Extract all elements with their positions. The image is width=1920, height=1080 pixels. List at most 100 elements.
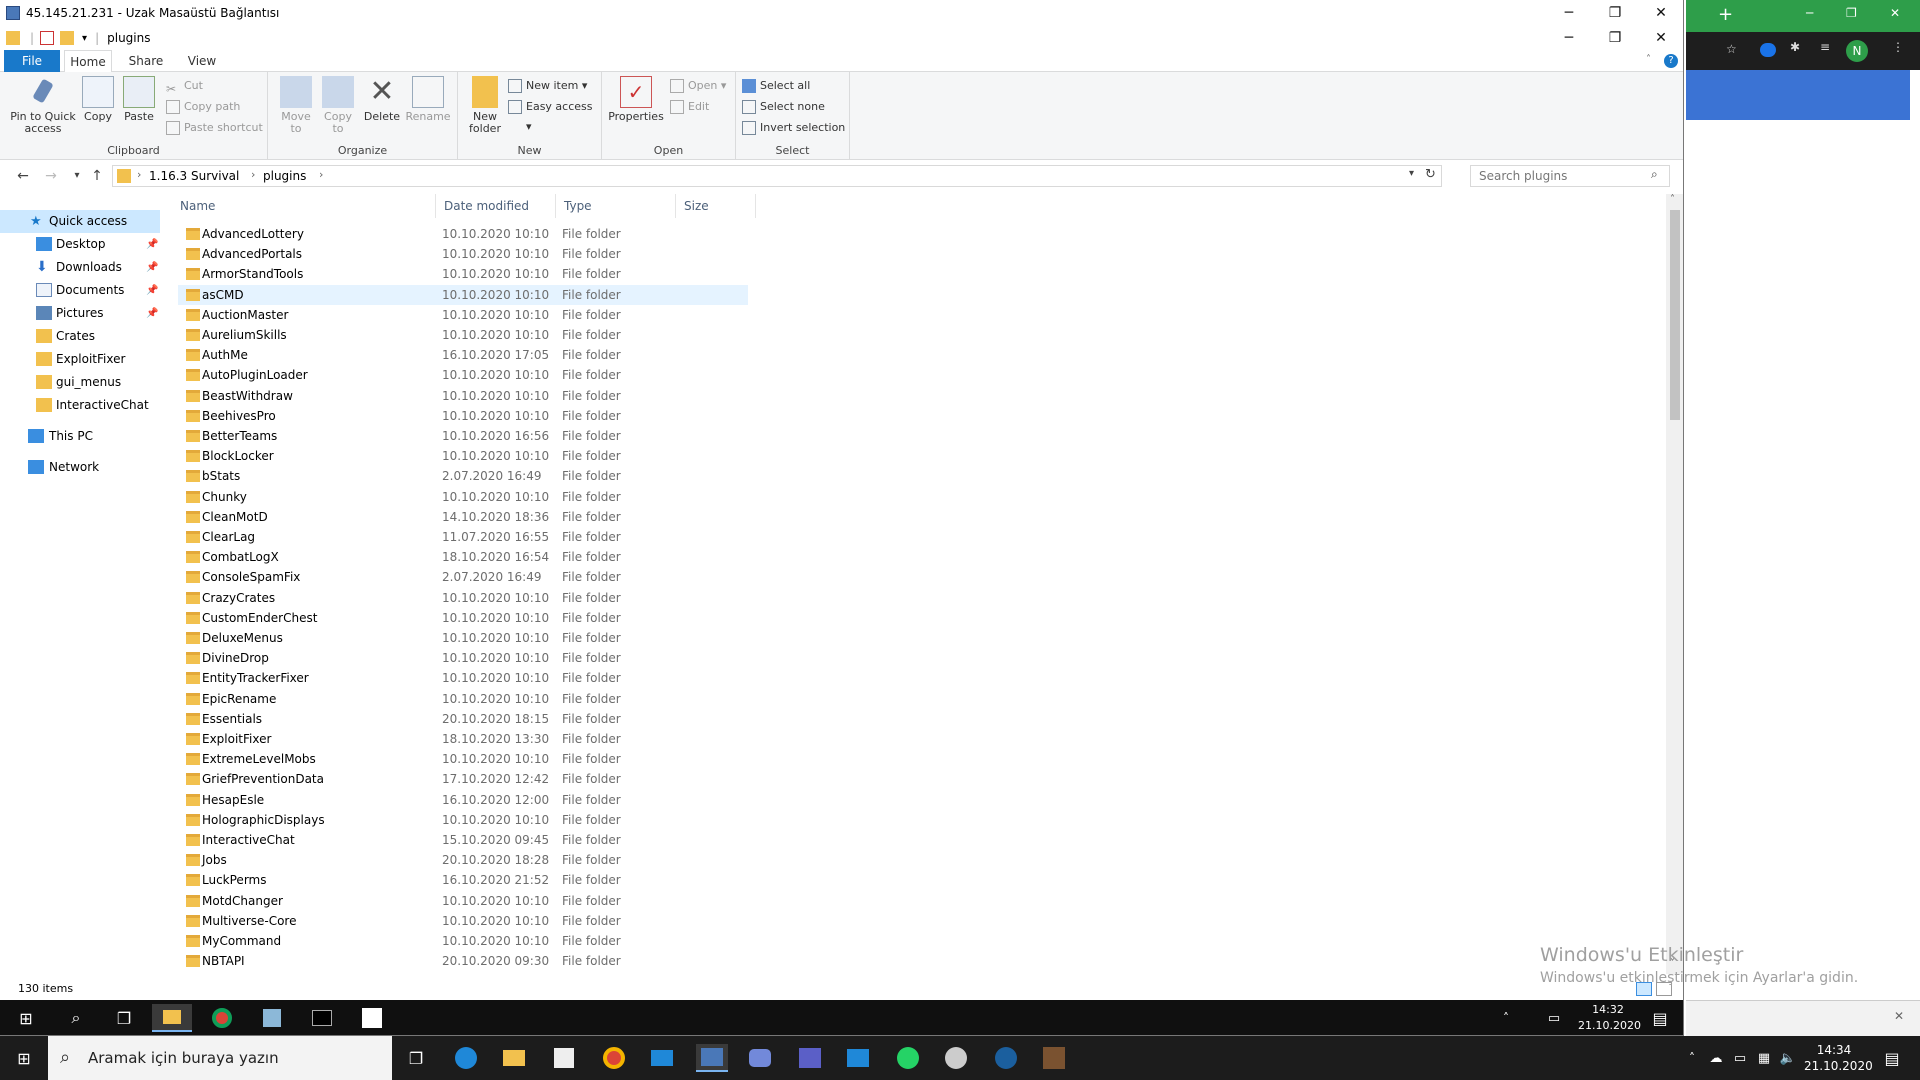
file-row[interactable]: Chunky 10.10.2020 10:10 File folder xyxy=(178,487,748,507)
file-row[interactable]: BlockLocker 10.10.2020 10:10 File folder xyxy=(178,446,748,466)
nav-network[interactable]: Network xyxy=(0,456,160,479)
file-row[interactable]: EntityTrackerFixer 10.10.2020 10:10 File f… xyxy=(178,668,748,688)
breadcrumb-plugins[interactable]: plugins xyxy=(263,169,306,183)
nav-interactivechat[interactable]: InteractiveChat xyxy=(0,394,160,417)
scroll-thumb[interactable] xyxy=(1670,210,1680,420)
copy-path-button[interactable]: Copy path xyxy=(166,97,240,117)
file-row[interactable]: BetterTeams 10.10.2020 16:56 File folder xyxy=(178,426,748,446)
breadcrumb-chevron-icon[interactable]: › xyxy=(319,168,323,181)
nav-this-pc[interactable]: This PC xyxy=(0,425,160,448)
notification-icon[interactable]: ▤ xyxy=(1876,1044,1908,1072)
file-row[interactable]: ArmorStandTools 10.10.2020 10:10 File fold… xyxy=(178,264,748,284)
extension-icon[interactable] xyxy=(1760,43,1776,57)
tab-view[interactable]: View xyxy=(176,50,228,72)
pin-icon[interactable]: 📌 xyxy=(146,233,158,256)
help-icon[interactable]: ? xyxy=(1664,54,1678,68)
file-explorer-icon[interactable] xyxy=(152,1004,192,1032)
file-explorer-icon[interactable] xyxy=(498,1044,530,1072)
move-to-button[interactable]: Move to xyxy=(276,76,316,135)
host-clock[interactable]: 14:34 21.10.2020 xyxy=(1804,1042,1873,1074)
file-row[interactable]: AureliumSkills 10.10.2020 10:10 File folde… xyxy=(178,325,748,345)
file-row[interactable]: MotdChanger 10.10.2020 10:10 File folder xyxy=(178,891,748,911)
tray-chevron-icon[interactable]: ˄ xyxy=(1486,1004,1526,1032)
new-item-button[interactable]: New item ▾ xyxy=(508,76,587,96)
file-row[interactable]: AuthMe 16.10.2020 17:05 File folder xyxy=(178,345,748,365)
nav-pictures[interactable]: Pictures 📌 xyxy=(0,302,160,325)
file-row[interactable]: HolographicDisplays 10.10.2020 10:10 File … xyxy=(178,810,748,830)
search-icon[interactable]: ⌕ xyxy=(1651,167,1658,182)
edge-icon[interactable] xyxy=(450,1044,482,1072)
explorer-restore-button[interactable]: ❐ xyxy=(1592,26,1638,50)
rdp-minimize-button[interactable]: ─ xyxy=(1546,0,1592,26)
file-row[interactable]: BeastWithdraw 10.10.2020 10:10 File folder xyxy=(178,386,748,406)
qat-dropdown-icon[interactable]: ▾ xyxy=(82,33,87,44)
nav-quick-access[interactable]: ★ Quick access xyxy=(0,210,160,233)
tab-file[interactable]: File xyxy=(4,50,60,72)
reading-list-icon[interactable]: ≡ xyxy=(1820,40,1830,54)
back-arrow-icon[interactable]: ← xyxy=(12,166,34,186)
file-row[interactable]: EpicRename 10.10.2020 10:10 File folder xyxy=(178,689,748,709)
store-icon[interactable] xyxy=(548,1044,580,1072)
file-row[interactable]: AdvancedLottery 10.10.2020 10:10 File fold… xyxy=(178,224,748,244)
whatsapp-icon[interactable] xyxy=(892,1044,924,1072)
column-size[interactable]: Size xyxy=(676,194,756,218)
file-row[interactable]: ExtremeLevelMobs 10.10.2020 10:10 File fol… xyxy=(178,749,748,769)
explorer-close-button[interactable]: ✕ xyxy=(1638,26,1683,50)
remote-clock[interactable]: 14:32 21.10.2020 xyxy=(1578,1002,1641,1034)
chrome-minimize-button[interactable]: ─ xyxy=(1806,6,1813,20)
puzzle-extensions-icon[interactable]: ✱ xyxy=(1790,40,1800,54)
file-row[interactable]: NBTAPI 20.10.2020 09:30 File folder xyxy=(178,951,748,971)
explorer-titlebar[interactable]: | ▾ | plugins ─ ❐ ✕ xyxy=(0,26,1683,50)
column-date[interactable]: Date modified xyxy=(436,194,556,218)
file-row[interactable]: AutoPluginLoader 10.10.2020 10:10 File fol… xyxy=(178,365,748,385)
file-row[interactable]: ConsoleSpamFix 2.07.2020 16:49 File folder xyxy=(178,567,748,587)
file-row[interactable]: asCMD 10.10.2020 10:10 File folder xyxy=(178,284,748,305)
pin-icon[interactable]: 📌 xyxy=(146,256,158,279)
app-icon[interactable] xyxy=(252,1004,292,1032)
new-tab-plus-icon[interactable]: + xyxy=(1718,4,1733,25)
file-row[interactable]: Jobs 20.10.2020 18:28 File folder xyxy=(178,850,748,870)
new-folder-icon[interactable] xyxy=(60,31,75,45)
nav-desktop[interactable]: Desktop 📌 xyxy=(0,233,160,256)
tab-home[interactable]: Home xyxy=(64,50,112,73)
nav-documents[interactable]: Documents 📌 xyxy=(0,279,160,302)
file-row[interactable]: AdvancedPortals 10.10.2020 10:10 File fold… xyxy=(178,244,748,264)
file-row[interactable]: GriefPreventionData 17.10.2020 12:42 File … xyxy=(178,769,748,789)
nav-downloads[interactable]: ⬇ Downloads 📌 xyxy=(0,256,160,279)
pin-quick-access-button[interactable]: Pin to Quick access xyxy=(8,76,78,135)
discord-icon[interactable] xyxy=(744,1044,776,1072)
tab-share[interactable]: Share xyxy=(120,50,172,72)
search-input[interactable]: Search plugins ⌕ xyxy=(1470,165,1670,187)
breadcrumb-chevron-icon[interactable]: › xyxy=(137,168,141,181)
copy-to-button[interactable]: Copy to xyxy=(318,76,358,135)
pin-icon[interactable]: 📌 xyxy=(146,302,158,325)
pin-icon[interactable]: 📌 xyxy=(146,279,158,302)
nav-crates[interactable]: Crates xyxy=(0,325,160,348)
file-row[interactable]: HesapEsle 16.10.2020 12:00 File folder xyxy=(178,790,748,810)
chrome-menu-icon[interactable]: ⋮ xyxy=(1892,40,1904,54)
explorer-minimize-button[interactable]: ─ xyxy=(1546,26,1592,50)
bookmark-star-icon[interactable]: ☆ xyxy=(1726,42,1737,56)
edit-button[interactable]: Edit xyxy=(670,97,709,117)
vertical-scrollbar[interactable]: ˄ ˅ xyxy=(1666,194,1683,974)
chrome-restore-button[interactable]: ❐ xyxy=(1846,6,1857,20)
file-row[interactable]: DivineDrop 10.10.2020 10:10 File folder xyxy=(178,648,748,668)
windows-start-icon[interactable]: ⊞ xyxy=(8,1044,40,1072)
select-all-button[interactable]: Select all xyxy=(742,76,810,96)
close-icon[interactable]: ✕ xyxy=(1894,1009,1904,1023)
search-icon[interactable]: ⌕ xyxy=(56,1004,96,1032)
file-row[interactable]: ClearLag 11.07.2020 16:55 File folder xyxy=(178,527,748,547)
properties-button[interactable]: ✓ Properties xyxy=(606,76,666,123)
address-box[interactable]: › 1.16.3 Survival › plugins › ▾ ↻ xyxy=(112,165,1442,187)
open-button[interactable]: Open ▾ xyxy=(670,76,726,96)
paste-button[interactable]: Paste xyxy=(120,76,158,123)
chrome-icon[interactable] xyxy=(202,1004,242,1032)
rdp-titlebar[interactable]: 45.145.21.231 - Uzak Masaüstü Bağlantısı… xyxy=(0,0,1683,26)
chrome-close-button[interactable]: ✕ xyxy=(1890,6,1900,20)
rdp-restore-button[interactable]: ❐ xyxy=(1592,0,1638,26)
delete-button[interactable]: ✕ Delete xyxy=(362,76,402,123)
properties-check-icon[interactable] xyxy=(40,31,55,45)
file-row[interactable]: ExploitFixer 18.10.2020 13:30 File folder xyxy=(178,729,748,749)
file-row[interactable]: InteractiveChat 15.10.2020 09:45 File fold… xyxy=(178,830,748,850)
host-search-input[interactable]: ⌕ Aramak için buraya yazın xyxy=(48,1036,392,1080)
